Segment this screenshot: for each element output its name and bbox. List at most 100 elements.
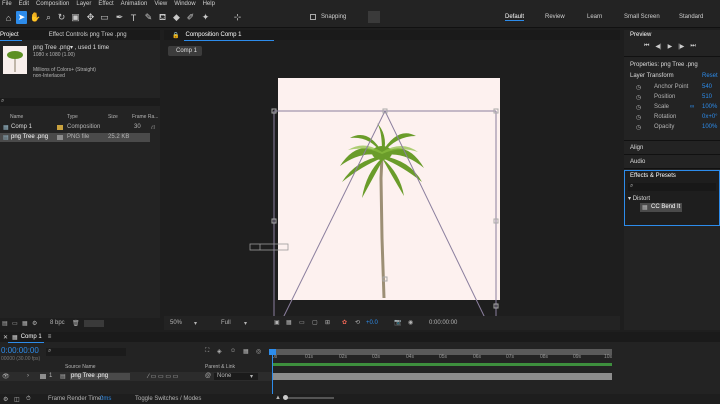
comp-mini-flowchart-icon[interactable]: ⛶ xyxy=(205,348,209,355)
scale-value[interactable]: 100% xyxy=(702,104,717,110)
play-icon[interactable]: ▶ xyxy=(668,43,673,50)
snapshot-icon[interactable]: 📷 xyxy=(394,319,401,326)
motion-blur-icon[interactable]: ◎ xyxy=(256,348,261,355)
workspace-small-screen[interactable]: Small Screen xyxy=(624,14,660,20)
time-ruler[interactable]: 0s 01s 02s 03s 04s 05s 06s 07s 08s 09s 1… xyxy=(272,354,612,362)
stopwatch-icon[interactable]: ◷ xyxy=(636,124,641,131)
menu-view[interactable]: View xyxy=(154,1,167,7)
last-frame-icon[interactable]: ⏭ xyxy=(690,43,695,50)
bpc-label[interactable]: 8 bpc xyxy=(50,320,65,326)
transfer-controls-icon[interactable]: ◫ xyxy=(14,396,20,403)
snapping-checkbox[interactable] xyxy=(310,14,316,20)
zoom-slider-handle[interactable] xyxy=(283,395,288,400)
timeline-zoom-slider[interactable] xyxy=(284,397,334,399)
timeline-tab[interactable]: Comp 1 xyxy=(21,334,42,340)
zoom-out-icon[interactable]: ▲ xyxy=(275,395,281,401)
workspace-review[interactable]: Review xyxy=(545,14,565,20)
in-out-icon[interactable]: ⏱ xyxy=(26,396,31,403)
column-size[interactable]: Size xyxy=(108,114,118,120)
flowchart-icon[interactable]: ⛙ xyxy=(151,124,155,132)
rotate-tool-icon[interactable]: ↻ xyxy=(56,11,67,24)
project-row-comp[interactable]: ▦ Comp 1 Composition 30 ⛙ xyxy=(0,123,160,132)
roto-brush-tool-icon[interactable]: ✐ xyxy=(185,11,196,24)
workspace-default[interactable]: Default xyxy=(505,14,525,21)
layer-row[interactable]: 👁 › 1 ▤ png Tree .png ⁄ ▭ ▭ ▭ ▭ @ None ▾ xyxy=(0,372,272,381)
magnification-dropdown[interactable]: 50% xyxy=(170,320,182,326)
pen-tool-icon[interactable]: ✒ xyxy=(114,11,125,24)
rotation-value[interactable]: 0x+0° xyxy=(702,114,718,120)
workspace-learn[interactable]: Learn xyxy=(587,14,602,20)
effects-presets-title[interactable]: Effects & Presets xyxy=(630,173,676,179)
local-axis-mode-icon[interactable]: ⊹ xyxy=(232,11,243,24)
settings-icon[interactable]: ⚙ xyxy=(32,320,37,327)
exposure-value[interactable]: +0.0 xyxy=(366,320,378,326)
menu-window[interactable]: Window xyxy=(174,1,195,7)
mask-visibility-icon[interactable]: ▭ xyxy=(299,319,305,326)
align-title[interactable]: Align xyxy=(630,145,643,151)
opacity-value[interactable]: 100% xyxy=(702,124,717,130)
preview-title[interactable]: Preview xyxy=(630,32,651,38)
selection-tool-icon[interactable]: ➤ xyxy=(16,11,27,24)
stopwatch-icon[interactable]: ◷ xyxy=(636,94,641,101)
shape-tool-icon[interactable]: ▭ xyxy=(99,11,110,24)
constrain-proportions-icon[interactable]: ∞ xyxy=(690,104,694,110)
eraser-tool-icon[interactable]: ◆ xyxy=(171,11,182,24)
anchor-point-value[interactable]: 540 xyxy=(702,84,712,90)
menu-help[interactable]: Help xyxy=(203,1,215,7)
layer-switches[interactable]: ⁄ ▭ ▭ ▭ ▭ xyxy=(148,373,178,380)
prev-frame-icon[interactable]: ◀| xyxy=(655,43,661,50)
tab-composition[interactable]: Composition Comp 1 xyxy=(185,32,241,38)
resolution-dropdown[interactable]: Full xyxy=(221,320,231,326)
fast-previews-icon[interactable]: ▣ xyxy=(274,319,280,326)
parent-dropdown[interactable]: None ▾ xyxy=(214,373,258,380)
timeline-search-input[interactable]: ⌕ xyxy=(46,348,126,356)
visibility-icon[interactable]: 👁 xyxy=(2,373,10,380)
color-channel-icon[interactable]: ✿ xyxy=(342,319,347,326)
effects-search-input[interactable]: ⌕ xyxy=(628,183,716,191)
new-comp-icon[interactable]: ▦ xyxy=(22,320,28,327)
region-of-interest-icon[interactable]: ▢ xyxy=(312,319,318,326)
column-frame-rate[interactable]: Frame Ra... xyxy=(132,114,158,120)
trash-icon[interactable]: 🗑 xyxy=(72,320,80,327)
layer-duration-bar[interactable] xyxy=(272,373,612,380)
project-search-bar[interactable]: ⌕ xyxy=(0,98,160,106)
tab-effect-controls[interactable]: Effect Controls png Tree .png xyxy=(49,32,127,38)
stopwatch-icon[interactable]: ◷ xyxy=(636,114,641,121)
position-value[interactable]: 510 xyxy=(702,94,712,100)
stopwatch-icon[interactable]: ◷ xyxy=(636,84,641,91)
layer-name[interactable]: png Tree .png xyxy=(71,373,108,379)
reset-button[interactable]: Reset xyxy=(702,73,718,79)
puppet-tool-icon[interactable]: ✦ xyxy=(200,11,211,24)
project-footer-field[interactable] xyxy=(84,320,104,327)
next-frame-icon[interactable]: |▶ xyxy=(678,43,684,50)
timeline-timecode[interactable]: 0:00:00:00 xyxy=(1,346,39,355)
menu-effect[interactable]: Effect xyxy=(98,1,113,7)
label-color-swatch[interactable] xyxy=(40,374,46,379)
zoom-tool-icon[interactable]: ⌕ xyxy=(43,11,54,24)
shy-icon[interactable]: ☺ xyxy=(230,348,236,354)
distort-category[interactable]: ▾ Distort xyxy=(628,195,650,202)
menu-layer[interactable]: Layer xyxy=(76,1,91,7)
show-snapshot-icon[interactable]: ◉ xyxy=(408,319,413,326)
playhead-handle[interactable] xyxy=(269,349,276,355)
interpret-footage-icon[interactable]: ▤ xyxy=(2,320,8,327)
brush-tool-icon[interactable]: ✎ xyxy=(143,11,154,24)
comp-timecode[interactable]: 0:00:00:00 xyxy=(429,320,457,326)
clone-stamp-tool-icon[interactable]: ⛾ xyxy=(157,11,168,24)
menu-animation[interactable]: Animation xyxy=(121,1,148,7)
comp-canvas[interactable] xyxy=(278,78,500,300)
column-name[interactable]: Name xyxy=(10,114,23,120)
column-type[interactable]: Type xyxy=(67,114,78,120)
menu-composition[interactable]: Composition xyxy=(36,1,69,7)
stopwatch-icon[interactable]: ◷ xyxy=(636,104,641,111)
pan-behind-tool-icon[interactable]: ✥ xyxy=(85,11,96,24)
draft-3d-icon[interactable]: ◈ xyxy=(217,348,222,355)
menu-file[interactable]: File xyxy=(2,1,12,7)
new-folder-icon[interactable]: ▭ xyxy=(12,320,18,327)
home-icon[interactable]: ⌂ xyxy=(3,11,14,24)
exposure-reset-icon[interactable]: ⟲ xyxy=(355,319,360,326)
audio-title[interactable]: Audio xyxy=(630,159,645,165)
project-row-png[interactable]: ▤ png Tree .png PNG file 25.2 KB xyxy=(0,133,150,142)
expand-arrow-icon[interactable]: › xyxy=(27,373,29,379)
menu-edit[interactable]: Edit xyxy=(19,1,29,7)
